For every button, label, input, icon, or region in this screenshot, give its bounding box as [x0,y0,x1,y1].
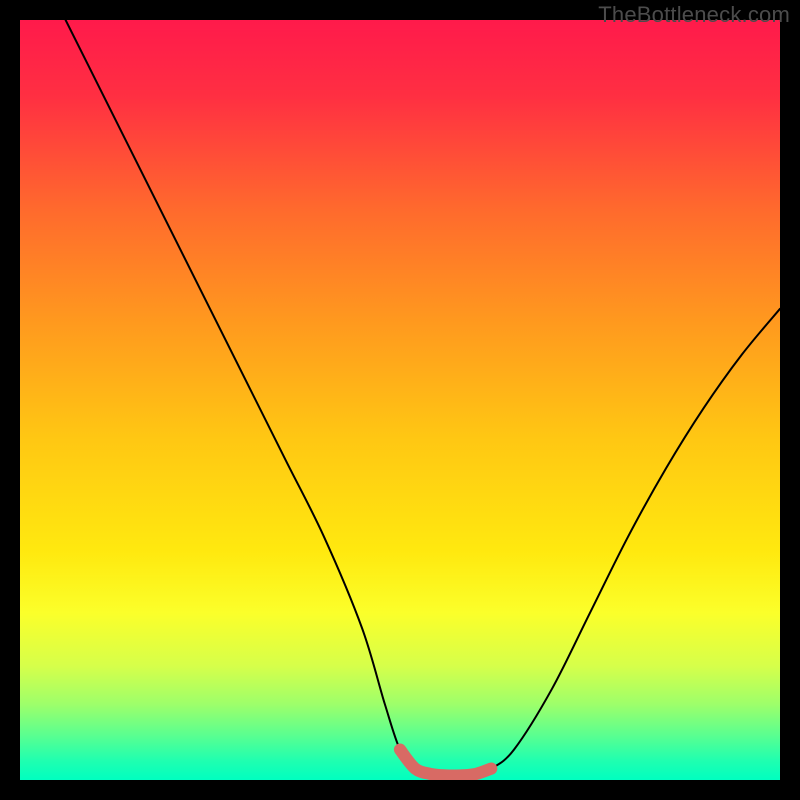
bottleneck-curve [66,20,780,776]
curve-layer [20,20,780,780]
watermark-text: TheBottleneck.com [598,2,790,28]
chart-frame: TheBottleneck.com [0,0,800,800]
valley-marker [400,750,491,776]
plot-area [20,20,780,780]
